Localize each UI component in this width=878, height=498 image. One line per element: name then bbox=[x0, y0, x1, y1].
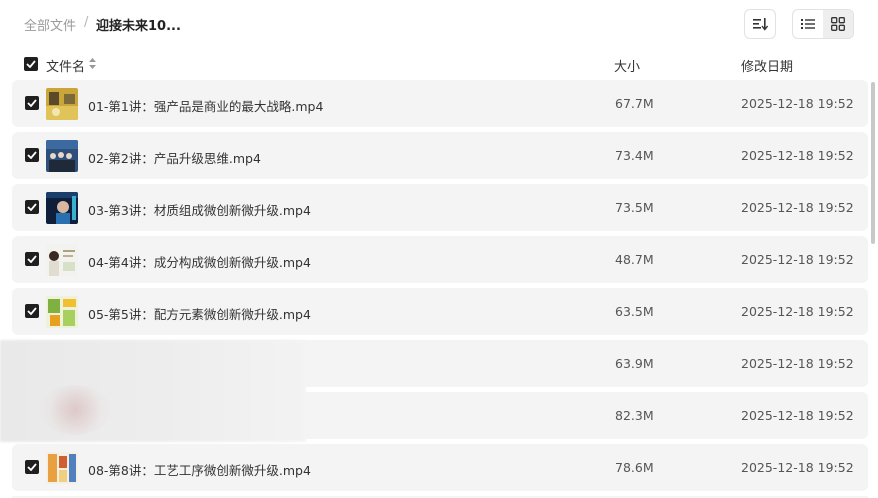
file-size: 82.3M bbox=[615, 408, 654, 423]
row-checkbox[interactable] bbox=[25, 96, 39, 110]
file-row[interactable]: 05-第5讲：配方元素微创新微升级.mp4 63.5M 2025-12-18 1… bbox=[12, 288, 868, 335]
check-icon bbox=[27, 255, 37, 263]
file-date: 2025-12-18 19:52 bbox=[741, 200, 854, 215]
column-date-header: 修改日期 bbox=[741, 60, 794, 75]
file-date: 2025-12-18 19:52 bbox=[741, 408, 854, 423]
row-checkbox[interactable] bbox=[25, 304, 39, 318]
file-name[interactable]: 04-第4讲：成分构成微创新微升级.mp4 bbox=[88, 252, 311, 271]
grid-view-icon bbox=[831, 17, 845, 31]
sort-lines-icon bbox=[753, 18, 768, 31]
check-icon bbox=[27, 463, 37, 471]
file-size: 67.7M bbox=[615, 96, 654, 111]
file-size: 48.7M bbox=[615, 252, 654, 267]
select-all-checkbox[interactable] bbox=[24, 57, 38, 71]
file-row[interactable]: 01-第1讲：强产品是商业的最大战略.mp4 67.7M 2025-12-18 … bbox=[12, 80, 868, 127]
check-icon bbox=[27, 307, 37, 315]
file-row[interactable]: 04-第4讲：成分构成微创新微升级.mp4 48.7M 2025-12-18 1… bbox=[12, 236, 868, 283]
file-date: 2025-12-18 19:52 bbox=[741, 304, 854, 319]
file-date: 2025-12-18 19:52 bbox=[741, 460, 854, 475]
column-size-header: 大小 bbox=[614, 60, 641, 75]
file-row[interactable]: 08-第8讲：工艺工序微创新微升级.mp4 78.6M 2025-12-18 1… bbox=[12, 444, 868, 491]
breadcrumb-root[interactable]: 全部文件 bbox=[24, 15, 76, 34]
file-size: 78.6M bbox=[615, 460, 654, 475]
breadcrumb-separator: / bbox=[84, 15, 89, 30]
check-icon bbox=[26, 60, 36, 68]
grid-view-button[interactable] bbox=[823, 10, 853, 38]
file-date: 2025-12-18 19:52 bbox=[741, 356, 854, 371]
row-checkbox[interactable] bbox=[25, 252, 39, 266]
file-name[interactable]: 03-第3讲：材质组成微创新微升级.mp4 bbox=[88, 200, 311, 219]
blurred-region-spot bbox=[40, 385, 110, 435]
scrollbar-thumb[interactable] bbox=[871, 82, 875, 244]
column-name-header[interactable]: 文件名 bbox=[46, 56, 85, 75]
file-date: 2025-12-18 19:52 bbox=[741, 148, 854, 163]
file-size: 63.5M bbox=[615, 304, 654, 319]
file-size: 73.5M bbox=[615, 200, 654, 215]
file-name[interactable]: 05-第5讲：配方元素微创新微升级.mp4 bbox=[88, 304, 311, 323]
video-thumbnail bbox=[46, 140, 78, 172]
video-thumbnail bbox=[46, 88, 78, 120]
video-thumbnail bbox=[46, 244, 78, 276]
file-date: 2025-12-18 19:52 bbox=[741, 252, 854, 267]
check-icon bbox=[27, 99, 37, 107]
list-view-button[interactable] bbox=[793, 10, 823, 38]
column-header: 文件名 大小 修改日期 bbox=[0, 50, 878, 78]
row-checkbox[interactable] bbox=[25, 460, 39, 474]
check-icon bbox=[27, 203, 37, 211]
file-size: 73.4M bbox=[615, 148, 654, 163]
file-row[interactable]: 03-第3讲：材质组成微创新微升级.mp4 73.5M 2025-12-18 1… bbox=[12, 184, 868, 231]
sort-button[interactable] bbox=[744, 9, 776, 39]
file-date: 2025-12-18 19:52 bbox=[741, 96, 854, 111]
sort-arrows-icon[interactable] bbox=[89, 58, 96, 69]
file-name[interactable]: 02-第2讲：产品升级思维.mp4 bbox=[88, 148, 261, 167]
list-view-icon bbox=[801, 19, 815, 29]
row-checkbox[interactable] bbox=[25, 148, 39, 162]
check-icon bbox=[27, 151, 37, 159]
top-bar: 全部文件 / 迎接未来10... bbox=[0, 0, 878, 48]
video-thumbnail bbox=[46, 452, 78, 484]
video-thumbnail bbox=[46, 192, 78, 224]
row-checkbox[interactable] bbox=[25, 200, 39, 214]
view-toggle bbox=[792, 9, 854, 39]
file-name[interactable]: 01-第1讲：强产品是商业的最大战略.mp4 bbox=[88, 96, 323, 115]
breadcrumb-current: 迎接未来10... bbox=[96, 19, 181, 34]
file-name[interactable]: 08-第8讲：工艺工序微创新微升级.mp4 bbox=[88, 460, 311, 479]
file-row[interactable]: 02-第2讲：产品升级思维.mp4 73.4M 2025-12-18 19:52 bbox=[12, 132, 868, 179]
blurred-region bbox=[0, 340, 306, 442]
file-size: 63.9M bbox=[615, 356, 654, 371]
video-thumbnail bbox=[46, 296, 78, 328]
